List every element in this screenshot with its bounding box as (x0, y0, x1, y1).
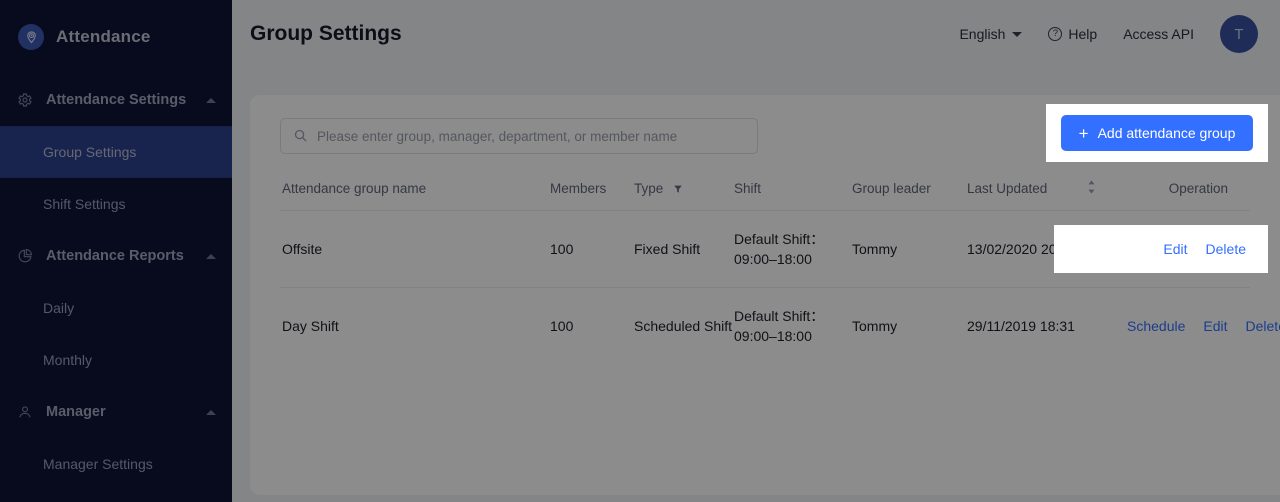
gear-icon (16, 91, 34, 109)
cell-last-updated: 29/11/2019 18:31 (967, 287, 1127, 364)
schedule-link[interactable]: Schedule (1127, 316, 1185, 336)
sidebar-item-label: Group Settings (43, 144, 137, 160)
filter-icon[interactable] (673, 180, 683, 199)
sidebar-item-label: Shift Settings (43, 196, 126, 212)
sidebar-group-manager[interactable]: Manager (0, 386, 232, 438)
page-title: Group Settings (250, 22, 402, 45)
edit-link-highlighted[interactable]: Edit (1163, 241, 1187, 257)
delete-link[interactable]: Delete (1246, 316, 1280, 336)
pie-chart-icon (16, 247, 34, 265)
cell-shift: Default Shift：09:00–18:00 (734, 287, 852, 364)
sort-icon[interactable] (1087, 179, 1096, 200)
help-button[interactable]: ? Help (1048, 26, 1097, 42)
column-header-type[interactable]: Type (634, 169, 734, 211)
chevron-up-icon (206, 253, 216, 259)
column-header-type-label: Type (634, 181, 664, 196)
chevron-up-icon (206, 409, 216, 415)
app-root: Attendance Attendance Settings Group Set… (0, 0, 1280, 502)
highlight-row-operations: Edit Delete (1054, 225, 1268, 273)
brand: Attendance (0, 0, 232, 74)
help-label: Help (1068, 26, 1098, 42)
question-mark-icon: ? (1048, 27, 1063, 41)
cell-group-name: Day Shift (280, 287, 550, 364)
language-selector[interactable]: English (959, 26, 1023, 42)
sidebar-item-monthly[interactable]: Monthly (0, 334, 232, 386)
access-api-link[interactable]: Access API (1123, 26, 1194, 42)
cell-group-leader: Tommy (852, 210, 967, 288)
sidebar-group-attendance-reports[interactable]: Attendance Reports (0, 230, 232, 282)
sidebar: Attendance Attendance Settings Group Set… (0, 0, 232, 502)
clock-pin-icon (18, 24, 44, 50)
edit-link[interactable]: Edit (1203, 316, 1227, 336)
add-attendance-group-button-highlighted[interactable]: + Add attendance group (1060, 115, 1254, 151)
sidebar-item-shift-settings[interactable]: Shift Settings (0, 178, 232, 230)
column-header-sort[interactable] (1087, 169, 1127, 211)
chevron-down-icon (1012, 31, 1023, 37)
delete-link-highlighted[interactable]: Delete (1206, 241, 1246, 257)
cell-members: 100 (550, 287, 634, 364)
column-header-last-updated: Last Updated (967, 181, 1048, 196)
cell-shift: Default Shift：09:00–18:00 (734, 210, 852, 288)
column-header-shift: Shift (734, 181, 762, 196)
search-input[interactable] (280, 118, 758, 154)
sidebar-item-manager-settings[interactable]: Manager Settings (0, 438, 232, 490)
sidebar-item-label: Daily (43, 300, 75, 316)
operation-links: Schedule Edit Delete (1127, 316, 1280, 336)
table-row: Day Shift 100 Scheduled Shift Default Sh… (280, 287, 1280, 364)
add-button-label: Add attendance group (1097, 125, 1236, 141)
column-header-name: Attendance group name (282, 181, 427, 196)
search-icon (293, 128, 308, 148)
sidebar-item-group-settings[interactable]: Group Settings (0, 126, 232, 178)
cell-group-name: Offsite (280, 210, 550, 288)
cell-members: 100 (550, 210, 634, 288)
sidebar-group-label: Attendance Settings (46, 92, 187, 108)
avatar[interactable]: T (1220, 15, 1258, 53)
sidebar-item-daily[interactable]: Daily (0, 282, 232, 334)
user-icon (16, 403, 34, 421)
sidebar-item-label: Manager Settings (43, 456, 153, 472)
cell-type: Scheduled Shift (634, 287, 734, 364)
column-header-members: Members (550, 181, 607, 196)
chevron-up-icon (206, 97, 216, 103)
top-actions: English ? Help Access API T (959, 15, 1258, 53)
cell-operations: Schedule Edit Delete (1127, 287, 1280, 364)
table-head: Attendance group name Members Type Shift… (280, 169, 1250, 211)
column-header-operation: Operation (1168, 181, 1228, 196)
search-wrapper (280, 118, 758, 154)
table-header-row: Attendance group name Members Type Shift… (280, 169, 1250, 211)
sidebar-group-label: Attendance Reports (46, 248, 184, 264)
plus-icon: + (1078, 123, 1089, 143)
sidebar-group-attendance-settings[interactable]: Attendance Settings (0, 74, 232, 126)
language-label: English (959, 26, 1006, 42)
top-bar: Group Settings English ? Help Access API… (232, 0, 1280, 68)
column-header-group-leader: Group leader (852, 181, 931, 196)
sidebar-group-label: Manager (46, 404, 106, 420)
sidebar-item-label: Monthly (43, 352, 93, 368)
brand-name: Attendance (56, 27, 151, 46)
cell-type: Fixed Shift (634, 210, 734, 288)
cell-group-leader: Tommy (852, 287, 967, 364)
highlight-add-attendance-group: + Add attendance group (1046, 104, 1268, 162)
